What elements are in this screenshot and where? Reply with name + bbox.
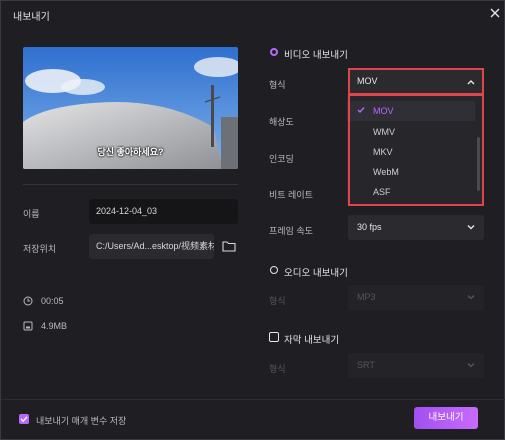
audio-format-value: MP3 (357, 292, 376, 302)
save-location-label: 저장위치 (23, 244, 57, 254)
subtitle-format-label: 형식 (269, 364, 286, 374)
name-label: 이름 (23, 209, 40, 219)
subtitle-format-value: SRT (357, 360, 375, 370)
subtitle-caption: 당신 좋아하세요? (97, 147, 164, 157)
close-icon[interactable] (488, 6, 502, 20)
duration-value: 00:05 (41, 296, 64, 306)
video-export-radio[interactable] (270, 48, 278, 56)
audio-export-title: 오디오 내보내기 (284, 268, 348, 279)
subtitle-export-checkbox[interactable] (269, 332, 279, 342)
bitrate-label: 비트 레이트 (269, 190, 313, 200)
check-icon (20, 416, 28, 423)
format-label: 형식 (269, 80, 286, 90)
framerate-value: 30 fps (357, 222, 382, 232)
name-input[interactable]: 2024-12-04_03 (89, 199, 238, 224)
remember-settings-checkbox[interactable] (19, 414, 29, 424)
resolution-label: 해상도 (269, 117, 294, 127)
dialog-title: 내보내기 (13, 12, 50, 23)
export-dialog: 내보내기 당신 좋아하세요? 이름 2024-12-04_03 저장위치 C:/… (0, 0, 505, 440)
encoding-label: 인코딩 (269, 154, 294, 164)
file-size-icon (23, 321, 33, 331)
audio-format-select: MP3 (348, 285, 484, 310)
framerate-select[interactable]: 30 fps (348, 215, 484, 240)
save-location-field[interactable]: C:/Users/Ad...esktop/视频素材 (89, 234, 214, 259)
footer-divider (1, 399, 505, 400)
video-preview: 당신 좋아하세요? (23, 47, 238, 169)
video-export-title: 비디오 내보내기 (284, 50, 348, 61)
audio-export-radio[interactable] (270, 266, 278, 274)
divider (23, 184, 238, 185)
subtitle-export-title: 자막 내보내기 (284, 335, 340, 346)
subtitle-format-select: SRT (348, 353, 484, 378)
highlight-box-dropdown (348, 94, 484, 206)
framerate-label: 프레임 속도 (269, 226, 313, 236)
remember-settings-label: 내보내기 매개 변수 저장 (36, 416, 127, 426)
chevron-down-icon (467, 295, 475, 300)
clock-icon (23, 296, 33, 306)
file-size-value: 4.9MB (41, 321, 68, 331)
audio-format-label: 형식 (269, 296, 286, 306)
highlight-box-select (348, 68, 484, 95)
chevron-down-icon (467, 225, 475, 230)
folder-icon[interactable] (222, 240, 236, 252)
chevron-down-icon (467, 363, 475, 368)
export-button[interactable]: 내보내기 (414, 407, 478, 429)
